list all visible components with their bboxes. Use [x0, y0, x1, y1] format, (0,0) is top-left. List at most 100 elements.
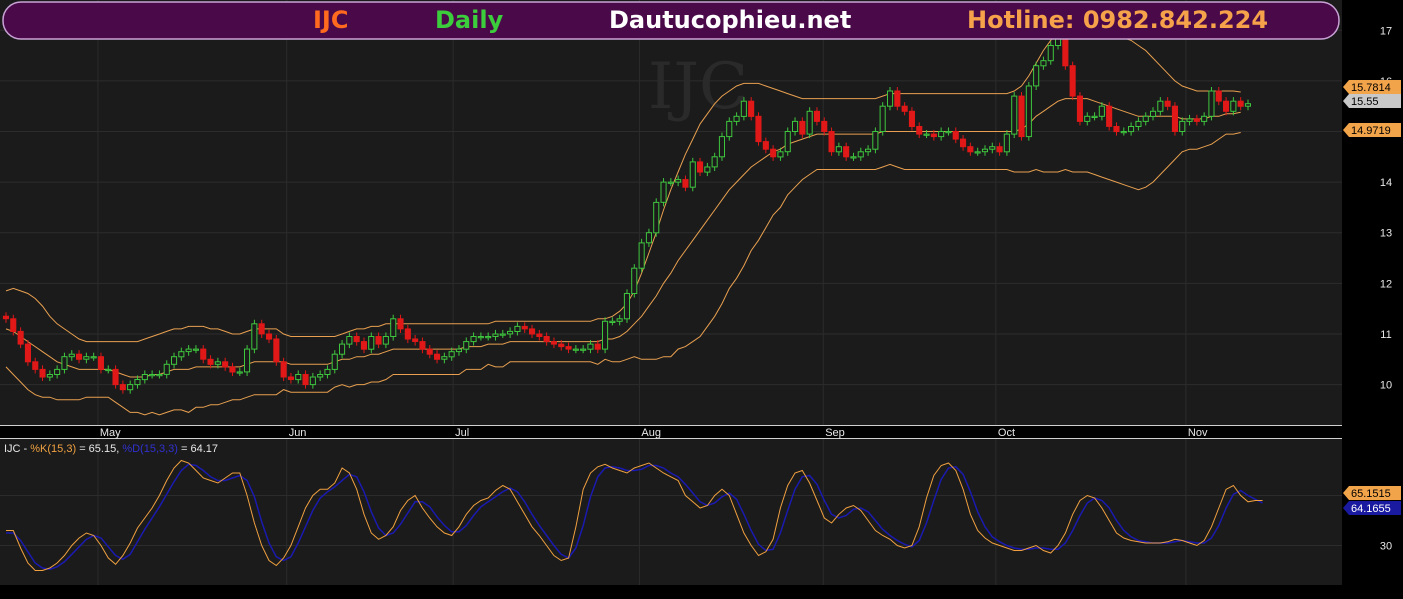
candle-body — [602, 320, 609, 350]
candle-body — [835, 146, 842, 153]
price-tick-label: 14 — [1380, 177, 1392, 189]
candle-body — [1047, 45, 1054, 62]
candle-body — [1076, 95, 1084, 122]
candle-body — [331, 353, 338, 370]
candle-body — [1025, 85, 1032, 138]
oscillator-tick-label: 30 — [1380, 541, 1392, 553]
price-tick-label: 10 — [1380, 380, 1392, 392]
candle-body — [485, 336, 492, 339]
candle-body — [1011, 95, 1018, 135]
candle-body — [441, 356, 448, 360]
candle-body — [930, 133, 937, 138]
candle-body — [1157, 100, 1164, 112]
candle-body — [529, 328, 536, 335]
candle-body — [68, 353, 75, 358]
candle-body — [901, 105, 908, 112]
candle-body — [105, 368, 112, 372]
month-label: Sep — [825, 427, 845, 439]
candle-body — [492, 333, 499, 337]
candle-body — [244, 348, 251, 373]
candle-body — [631, 267, 638, 295]
candle-body — [434, 353, 441, 360]
candle-body — [1062, 34, 1069, 67]
candle-body — [908, 110, 916, 128]
candle-body — [360, 341, 367, 350]
month-label: Jul — [455, 427, 469, 439]
candle-body — [119, 384, 126, 391]
value-tag-label: 65.1515 — [1351, 488, 1391, 500]
candle-body — [455, 348, 462, 353]
candle-body — [412, 338, 419, 342]
month-label: Nov — [1188, 427, 1208, 439]
candle-body — [850, 156, 857, 159]
candle-body — [302, 374, 309, 386]
candle-body — [711, 156, 718, 168]
candle-body — [952, 131, 959, 140]
candle-body — [499, 333, 506, 336]
legend-k-value: = 65.15, — [76, 443, 122, 455]
candle-body — [280, 361, 287, 378]
legend-prefix: IJC - — [4, 443, 30, 455]
candle-body — [39, 368, 46, 378]
price-tick-label: 13 — [1380, 228, 1392, 240]
candle-body — [623, 293, 631, 320]
candle-body — [799, 120, 806, 135]
candle-body — [689, 161, 696, 188]
candle-body — [463, 341, 470, 350]
candle-body — [448, 351, 455, 358]
candle-body — [916, 126, 923, 135]
candle-body — [382, 336, 389, 345]
candle-body — [1128, 126, 1135, 133]
candle-body — [339, 343, 346, 355]
candle-body — [1033, 65, 1040, 87]
candle-body — [594, 343, 601, 350]
candle-body — [543, 336, 550, 343]
candle-body — [887, 90, 894, 107]
candle-body — [149, 374, 156, 377]
candle-body — [1150, 110, 1157, 117]
candle-body — [2, 315, 9, 320]
legend-k-label: %K(15,3) — [30, 443, 76, 455]
candle-body — [726, 120, 733, 138]
candle-body — [587, 343, 594, 350]
candle-body — [287, 376, 294, 380]
candle-body — [718, 136, 726, 158]
candle-body — [828, 131, 835, 153]
candle-body — [192, 348, 199, 351]
candle-body — [1171, 105, 1179, 132]
candle-body — [1208, 90, 1215, 117]
candle-body — [24, 343, 31, 363]
candle-body — [755, 115, 762, 143]
value-tag-label: 15.55 — [1351, 96, 1379, 108]
oscillator-legend: IJC - %K(15,3) = 65.15, %D(15,3,3) = 64.… — [4, 443, 218, 455]
candle-body — [171, 356, 178, 365]
candle-body — [792, 120, 799, 133]
candle-body — [200, 348, 207, 360]
candle-body — [222, 361, 229, 368]
candle-body — [163, 363, 170, 375]
candle-body — [740, 100, 747, 117]
candle-body — [609, 320, 616, 323]
candle-body — [945, 131, 952, 134]
oscillator-panel — [0, 439, 1342, 585]
candle-body — [536, 333, 543, 337]
candle-body — [185, 348, 192, 353]
candle-body — [76, 353, 83, 360]
banner-period: Daily — [435, 6, 504, 34]
month-label: Jun — [289, 427, 307, 439]
candle-body — [1164, 100, 1171, 107]
candle-body — [1003, 133, 1010, 153]
candle-body — [580, 348, 587, 351]
candle-body — [521, 325, 528, 330]
candle-body — [156, 374, 163, 377]
candle-body — [1120, 131, 1127, 134]
candle-body — [134, 379, 141, 386]
candle-body — [572, 348, 579, 351]
candle-body — [1069, 65, 1076, 97]
candle-body — [653, 201, 660, 234]
candle-body — [46, 374, 53, 378]
candle-body — [967, 146, 974, 153]
value-tag-label: 15.7814 — [1351, 82, 1391, 94]
candle-body — [266, 333, 273, 340]
candle-body — [404, 328, 411, 340]
